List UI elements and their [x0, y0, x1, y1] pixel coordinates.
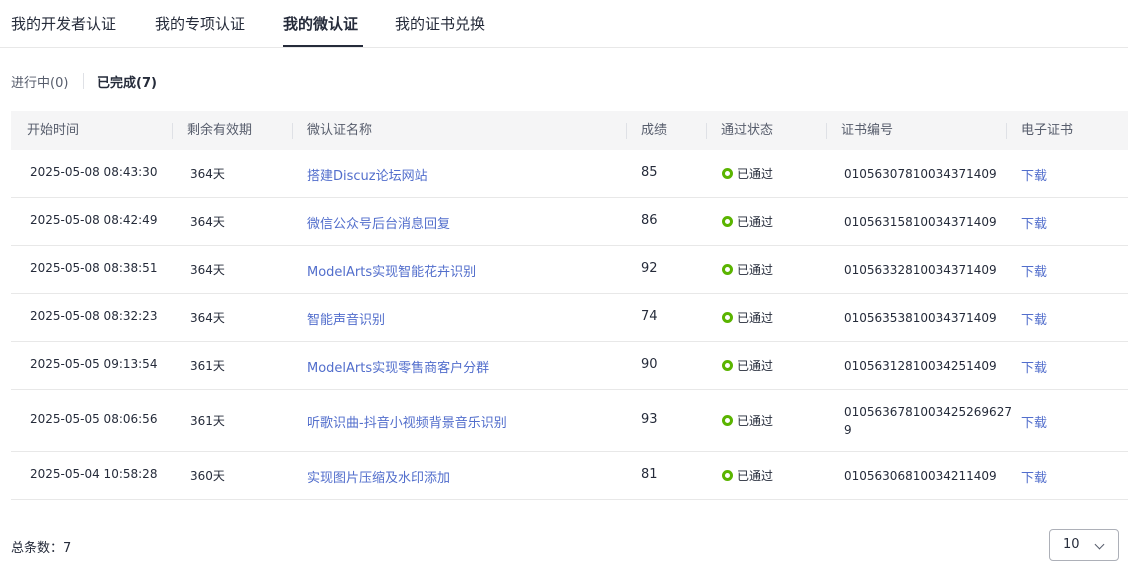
status-cell: 已通过	[722, 309, 773, 326]
certificate-number-cell: 01056315810034371409	[844, 215, 997, 229]
status-text: 已通过	[737, 414, 774, 428]
column-header-status: 通过状态	[721, 123, 774, 138]
status-text: 已通过	[737, 215, 774, 229]
status-cell: 已通过	[722, 467, 773, 484]
status-cell: 已通过	[722, 165, 773, 182]
certification-name-link[interactable]: 微信公众号后台消息回复	[307, 213, 450, 232]
passed-status-icon	[722, 264, 733, 275]
column-divider	[172, 123, 173, 139]
certification-name-link[interactable]: ModelArts实现零售商客户分群	[307, 357, 489, 376]
certification-name-link[interactable]: ModelArts实现智能花卉识别	[307, 261, 476, 280]
table-row: 2025-05-05 08:06:56 361天 听歌识曲-抖音小视频背景音乐识别 9…	[11, 390, 1128, 452]
score-cell: 93	[641, 412, 658, 427]
tab-developer-certification[interactable]: 我的开发者认证	[11, 13, 116, 34]
start-time-cell: 2025-05-04 10:58:28	[30, 467, 158, 481]
score-cell: 74	[641, 309, 658, 324]
table-row: 2025-05-08 08:42:49 364天 微信公众号后台消息回复 86 0105…	[11, 198, 1128, 246]
status-text: 已通过	[737, 311, 774, 325]
certificate-number-cell: 01056312810034251409	[844, 359, 997, 373]
tab-special-certification[interactable]: 我的专项认证	[155, 13, 245, 34]
total-count: 总条数：7	[11, 541, 72, 556]
remaining-validity-cell: 361天	[190, 359, 225, 373]
column-header-score: 成绩	[641, 123, 668, 138]
start-time-cell: 2025-05-08 08:32:23	[30, 309, 158, 323]
tab-micro-certification[interactable]: 我的微认证	[283, 13, 358, 34]
status-cell: 已通过	[722, 213, 773, 230]
table-body: 2025-05-08 08:43:30 364天 搭建Discuz论坛网站 85 010…	[11, 150, 1128, 500]
column-header-e-certificate: 电子证书	[1021, 123, 1074, 138]
certificate-number-cell: 01056306810034211409	[844, 469, 997, 483]
download-link[interactable]: 下载	[1021, 165, 1047, 184]
tab-certificate-exchange[interactable]: 我的证书兑换	[395, 13, 485, 34]
table-row: 2025-05-08 08:43:30 364天 搭建Discuz论坛网站 85 010…	[11, 150, 1128, 198]
score-cell: 85	[641, 165, 658, 180]
table-row: 2025-05-08 08:38:51 364天 ModelArts实现智能花卉识别…	[11, 246, 1128, 294]
status-text: 已通过	[737, 359, 774, 373]
score-cell: 81	[641, 467, 658, 482]
passed-status-icon	[722, 312, 733, 323]
certificate-number-cell: 01056353810034371409	[844, 311, 997, 325]
column-divider	[292, 123, 293, 139]
start-time-cell: 2025-05-05 09:13:54	[30, 357, 158, 371]
table-row: 2025-05-08 08:32:23 364天 智能声音识别 74 010563538…	[11, 294, 1128, 342]
page-size-select[interactable]: 10	[1049, 529, 1119, 561]
passed-status-icon	[722, 216, 733, 227]
remaining-validity-cell: 364天	[190, 215, 225, 229]
certification-name-link[interactable]: 搭建Discuz论坛网站	[307, 165, 428, 184]
table-header: 开始时间 剩余有效期 微认证名称 成绩 通过状态 证书编号 电子证书	[11, 111, 1128, 150]
column-header-name: 微认证名称	[307, 123, 373, 138]
download-link[interactable]: 下载	[1021, 412, 1047, 431]
column-header-start-time: 开始时间	[27, 123, 80, 138]
status-cell: 已通过	[722, 357, 773, 374]
score-cell: 86	[641, 213, 658, 228]
passed-status-icon	[722, 415, 733, 426]
subtab-divider	[83, 73, 84, 89]
subtab-completed[interactable]: 已完成(7)	[97, 72, 157, 91]
score-cell: 90	[641, 357, 658, 372]
score-cell: 92	[641, 261, 658, 276]
start-time-cell: 2025-05-08 08:43:30	[30, 165, 158, 179]
column-header-cert-number: 证书编号	[841, 123, 894, 138]
download-link[interactable]: 下载	[1021, 213, 1047, 232]
status-text: 已通过	[737, 263, 774, 277]
status-cell: 已通过	[722, 261, 773, 278]
certification-tabs: 我的开发者认证 我的专项认证 我的微认证 我的证书兑换	[0, 0, 1128, 48]
certification-name-link[interactable]: 听歌识曲-抖音小视频背景音乐识别	[307, 412, 507, 431]
certification-name-link[interactable]: 实现图片压缩及水印添加	[307, 467, 450, 486]
certificate-number-cell: 0105636781003425269627 9	[844, 405, 1012, 437]
status-text: 已通过	[737, 167, 774, 181]
micro-certification-table: 开始时间 剩余有效期 微认证名称 成绩 通过状态 证书编号 电子证书 2025-…	[11, 111, 1128, 500]
remaining-validity-cell: 364天	[190, 263, 225, 277]
status-cell: 已通过	[722, 412, 773, 429]
download-link[interactable]: 下载	[1021, 261, 1047, 280]
page-size-value: 10	[1063, 537, 1080, 552]
download-link[interactable]: 下载	[1021, 309, 1047, 328]
start-time-cell: 2025-05-05 08:06:56	[30, 412, 158, 426]
table-row: 2025-05-04 10:58:28 360天 实现图片压缩及水印添加 81 0105…	[11, 452, 1128, 500]
certificate-number-cell: 01056332810034371409	[844, 263, 997, 277]
column-divider	[706, 123, 707, 139]
passed-status-icon	[722, 168, 733, 179]
certificate-number-cell: 01056307810034371409	[844, 167, 997, 181]
passed-status-icon	[722, 360, 733, 371]
column-divider	[826, 123, 827, 139]
status-text: 已通过	[737, 469, 774, 483]
certification-name-link[interactable]: 智能声音识别	[307, 309, 385, 328]
remaining-validity-cell: 364天	[190, 167, 225, 181]
column-divider	[626, 123, 627, 139]
active-tab-underline	[283, 45, 363, 47]
table-row: 2025-05-05 09:13:54 361天 ModelArts实现零售商客户分…	[11, 342, 1128, 390]
chevron-down-icon	[1094, 539, 1105, 550]
column-header-remaining: 剩余有效期	[187, 123, 253, 138]
start-time-cell: 2025-05-08 08:42:49	[30, 213, 158, 227]
remaining-validity-cell: 364天	[190, 311, 225, 325]
download-link[interactable]: 下载	[1021, 357, 1047, 376]
column-divider	[1006, 123, 1007, 139]
subtab-in-progress[interactable]: 进行中(0)	[11, 72, 68, 91]
remaining-validity-cell: 360天	[190, 469, 225, 483]
start-time-cell: 2025-05-08 08:38:51	[30, 261, 158, 275]
remaining-validity-cell: 361天	[190, 414, 225, 428]
passed-status-icon	[722, 470, 733, 481]
download-link[interactable]: 下载	[1021, 467, 1047, 486]
